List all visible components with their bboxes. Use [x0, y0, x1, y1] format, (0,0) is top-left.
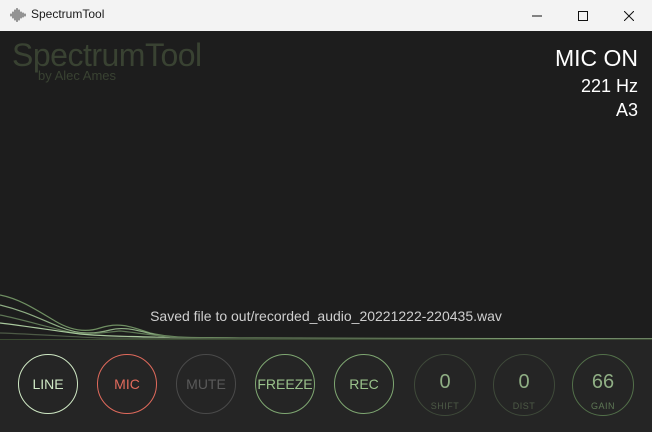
gain-knob[interactable]: 66 GAIN	[572, 354, 634, 416]
dist-label: DIST	[512, 401, 536, 411]
close-icon	[624, 10, 634, 21]
shift-label: SHIFT	[430, 401, 460, 411]
freeze-button[interactable]: FREEZE	[255, 354, 315, 414]
minimize-button[interactable]	[514, 0, 560, 31]
frequency-readout: 221 Hz	[580, 76, 638, 96]
mic-button[interactable]: MIC	[97, 354, 157, 414]
author-credit: by Alec Ames	[38, 68, 117, 83]
saved-file-message: Saved file to out/recorded_audio_2022122…	[150, 308, 502, 324]
maximize-button[interactable]	[560, 0, 606, 31]
mute-button[interactable]: MUTE	[176, 354, 236, 414]
close-button[interactable]	[606, 0, 652, 31]
minimize-icon	[532, 15, 542, 16]
mic-status: MIC ON	[554, 45, 638, 71]
maximize-icon	[578, 10, 588, 21]
waveform-icon	[10, 8, 26, 22]
gain-label: GAIN	[590, 401, 615, 411]
dist-knob[interactable]: 0 DIST	[493, 354, 555, 416]
control-panel: LINE MIC MUTE FREEZE REC 0 SHIFT 0 DIST …	[0, 339, 652, 432]
line-button[interactable]: LINE	[18, 354, 78, 414]
shift-knob[interactable]: 0 SHIFT	[414, 354, 476, 416]
title-bar: SpectrumTool	[0, 0, 652, 32]
note-readout: A3	[615, 100, 638, 120]
app-canvas: SpectrumTool by Alec Ames MIC ON 221 Hz …	[0, 31, 652, 432]
rec-button[interactable]: REC	[334, 354, 394, 414]
shift-value: 0	[439, 371, 451, 393]
dist-value: 0	[518, 371, 530, 393]
gain-value: 66	[591, 371, 615, 393]
window-title: SpectrumTool	[31, 7, 105, 21]
